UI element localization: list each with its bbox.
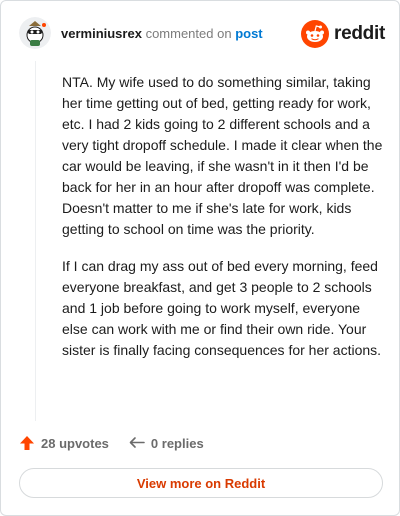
replies-button[interactable]: 0 replies: [129, 435, 204, 451]
comment-paragraph: NTA. My wife used to do something simila…: [62, 74, 383, 237]
comment-header: verminiusrex commented on post reddit: [19, 17, 385, 51]
upvote-arrow-icon: [20, 436, 34, 450]
comment-actions: 28 upvotes 0 replies: [19, 433, 204, 453]
replies-count: 0 replies: [150, 435, 204, 451]
commented-on-text: commented on: [145, 26, 232, 41]
embedded-comment-card: verminiusrex commented on post reddit NT…: [0, 0, 400, 516]
upvotes-count: 28 upvotes: [41, 435, 109, 451]
reddit-brand[interactable]: reddit: [301, 19, 385, 49]
reddit-wordmark: reddit: [334, 23, 385, 44]
comment-paragraph: If I can drag my ass out of bed every mo…: [62, 258, 382, 358]
snoo-avatar-icon: [19, 17, 51, 49]
user-avatar[interactable]: [19, 17, 51, 49]
view-more-button[interactable]: View more on Reddit: [19, 468, 383, 498]
post-link[interactable]: post: [235, 26, 262, 41]
username-link[interactable]: verminiusrex: [61, 26, 142, 41]
reply-arrow-icon: [129, 437, 145, 448]
thread-line: [35, 61, 36, 421]
comment-meta: verminiusrex commented on post: [61, 26, 263, 41]
reddit-logo-icon: [301, 20, 330, 48]
upvotes-button[interactable]: 28 upvotes: [19, 435, 109, 451]
comment-body: NTA. My wife used to do something simila…: [62, 72, 384, 377]
